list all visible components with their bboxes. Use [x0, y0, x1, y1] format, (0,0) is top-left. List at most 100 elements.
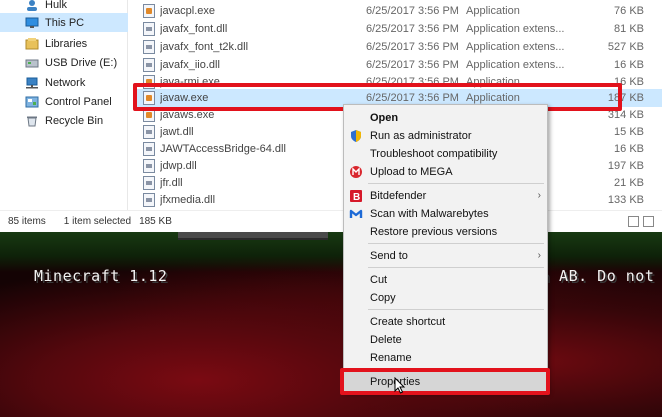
menu-item-label: Cut	[370, 273, 388, 286]
file-type: Application extens...	[466, 23, 565, 35]
nav-item-label: Network	[45, 76, 86, 89]
menu-item-copy[interactable]: Copy	[344, 288, 547, 307]
dll-file-icon	[143, 22, 155, 36]
large-icons-view-icon[interactable]	[643, 216, 654, 227]
file-row[interactable]: javafx_iio.dll 6/25/2017 3:56 PM Applica…	[136, 56, 662, 74]
menu-item-rename[interactable]: Rename	[344, 348, 547, 367]
menu-item-send-to[interactable]: Send to ›	[344, 246, 547, 265]
file-size: 81 KB	[614, 23, 644, 35]
mouse-cursor-icon	[394, 377, 406, 394]
nav-item-label: This PC	[45, 16, 85, 29]
nav-item-recycle-bin[interactable]: Recycle Bin	[0, 111, 128, 130]
file-name: jfxmedia.dll	[160, 194, 216, 206]
file-explorer-window: Hulk This PC Libraries USB Drive (E:) Ne…	[0, 0, 662, 232]
status-bar: 85 items 1 item selected 185 KB	[0, 210, 662, 232]
file-date: 6/25/2017 3:56 PM	[366, 41, 459, 53]
libraries-icon	[25, 37, 39, 49]
menu-item-label: Upload to MEGA	[370, 165, 453, 178]
properties-highlight	[340, 368, 550, 395]
menu-item-scan-malwarebytes[interactable]: Scan with Malwarebytes	[344, 204, 547, 223]
file-type: Application extens...	[466, 41, 565, 53]
details-view-icon[interactable]	[628, 216, 639, 227]
selection-size: 185 KB	[139, 216, 172, 227]
file-date: 6/25/2017 3:56 PM	[366, 59, 459, 71]
file-size: 76 KB	[614, 5, 644, 17]
menu-item-upload-to-mega[interactable]: Upload to MEGA	[344, 162, 547, 181]
dll-file-icon	[143, 193, 155, 207]
dll-file-icon	[143, 125, 155, 139]
bitdefender-icon: B	[350, 189, 362, 203]
file-size: 16 KB	[614, 143, 644, 155]
dll-file-icon	[143, 58, 155, 72]
file-row[interactable]: javafx_font_t2k.dll 6/25/2017 3:56 PM Ap…	[136, 38, 662, 56]
file-name: javacpl.exe	[160, 5, 216, 17]
nav-item-label: Control Panel	[45, 95, 112, 108]
view-toggle	[628, 216, 654, 227]
usb-drive-icon	[25, 59, 39, 67]
nav-item-label: USB Drive (E:)	[45, 56, 118, 69]
network-icon	[26, 77, 38, 88]
menu-separator	[368, 183, 544, 184]
dll-file-icon	[143, 40, 155, 54]
file-name: jfr.dll	[160, 177, 183, 189]
file-size: 133 KB	[607, 194, 644, 206]
dll-file-icon	[143, 159, 155, 173]
nav-item-usb-drive[interactable]: USB Drive (E:)	[0, 53, 128, 72]
shield-icon	[351, 129, 361, 142]
file-date: 6/25/2017 3:56 PM	[366, 5, 459, 17]
menu-item-troubleshoot-compatibility[interactable]: Troubleshoot compatibility	[344, 144, 547, 163]
file-name: javafx_font.dll	[160, 23, 228, 35]
menu-item-restore-previous-versions[interactable]: Restore previous versions	[344, 222, 547, 241]
file-date: 6/25/2017 3:56 PM	[366, 23, 459, 35]
user-folder-icon	[27, 0, 37, 11]
submenu-arrow-icon: ›	[537, 250, 541, 261]
file-type: Application extens...	[466, 59, 565, 71]
nav-item-label: Hulk	[45, 0, 68, 11]
file-name: javafx_font_t2k.dll	[160, 41, 249, 53]
nav-item-control-panel[interactable]: Control Panel	[0, 92, 128, 111]
file-row[interactable]: javacpl.exe 6/25/2017 3:56 PM Applicatio…	[136, 2, 662, 20]
menu-item-delete[interactable]: Delete	[344, 330, 547, 349]
menu-item-cut[interactable]: Cut	[344, 270, 547, 289]
file-name: jawt.dll	[160, 126, 194, 138]
file-row[interactable]: javafx_font.dll 6/25/2017 3:56 PM Applic…	[136, 20, 662, 38]
file-type: Application	[466, 5, 520, 17]
menu-item-bitdefender[interactable]: B Bitdefender ›	[344, 186, 547, 205]
menu-item-label: Bitdefender	[370, 189, 427, 202]
menu-item-create-shortcut[interactable]: Create shortcut	[344, 312, 547, 331]
nav-item-label: Libraries	[45, 37, 88, 50]
svg-text:B: B	[353, 192, 360, 203]
nav-item-label: Recycle Bin	[45, 114, 104, 127]
menu-separator	[368, 267, 544, 268]
file-size: 16 KB	[614, 59, 644, 71]
menu-item-label: Restore previous versions	[370, 225, 498, 238]
recycle-bin-icon	[27, 116, 37, 126]
menu-item-open[interactable]: Open	[344, 108, 547, 127]
nav-item-network[interactable]: Network	[0, 73, 128, 92]
menu-item-label: Copy	[370, 291, 396, 304]
menu-item-run-as-administrator[interactable]: Run as administrator	[344, 126, 547, 145]
malwarebytes-icon	[349, 209, 363, 218]
this-pc-icon	[25, 17, 39, 28]
menu-item-label: Troubleshoot compatibility	[370, 147, 498, 160]
menu-item-label: Send to	[370, 249, 408, 262]
menu-separator	[368, 309, 544, 310]
nav-item-libraries[interactable]: Libraries	[0, 34, 128, 53]
control-panel-icon	[25, 96, 39, 107]
nav-item-user[interactable]: Hulk	[0, 0, 128, 14]
file-size: 21 KB	[614, 177, 644, 189]
game-grass-strip	[0, 232, 662, 272]
menu-separator	[368, 243, 544, 244]
application-file-icon	[143, 4, 155, 18]
file-name: javafx_iio.dll	[160, 59, 220, 71]
file-name: JAWTAccessBridge-64.dll	[160, 143, 286, 155]
menu-item-label: Delete	[370, 333, 402, 346]
file-size: 197 KB	[607, 160, 644, 172]
item-count: 85 items	[8, 216, 46, 227]
menu-item-label: Scan with Malwarebytes	[370, 207, 489, 220]
nav-item-this-pc[interactable]: This PC	[0, 13, 128, 32]
file-name: jdwp.dll	[160, 160, 197, 172]
file-size: 15 KB	[614, 126, 644, 138]
context-menu: Open Run as administrator Troubleshoot c…	[343, 104, 548, 393]
dll-file-icon	[143, 176, 155, 190]
